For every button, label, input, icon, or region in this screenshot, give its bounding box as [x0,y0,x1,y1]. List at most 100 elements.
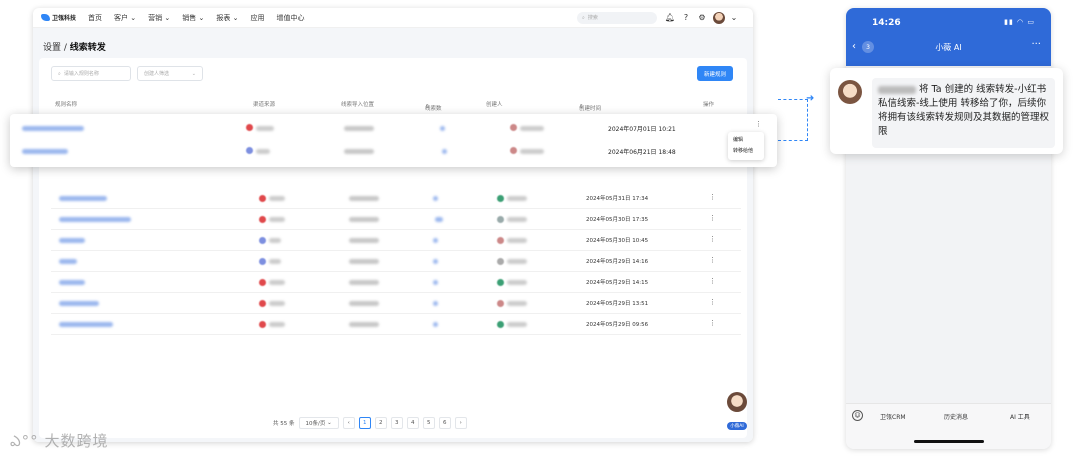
chevron-down-icon: ⌄ [198,13,205,22]
sort-icon: ⇕ [579,104,584,110]
nav-home[interactable]: 首页 [88,13,102,23]
phone-footer: ☺ 卫瓴CRM 历史消息 AI 工具 [846,403,1051,449]
menu-item-edit[interactable]: 编辑 [733,135,759,146]
created-time: 2024年05月29日 09:56 [586,322,649,328]
watermark: ఎ°° 大数跨境 [10,432,109,450]
nav-value-added[interactable]: 增值中心 [276,13,304,23]
table-row[interactable]: 2024年05月31日 17:34 ⋮ [51,188,741,209]
creator-filter-select[interactable]: 创建人筛选 ⌄ [137,66,203,81]
table-row[interactable]: 2024年05月29日 09:56 ⋮ [51,314,741,335]
nav-apps[interactable]: 应用 [250,13,264,23]
row-action-menu: 编辑 转移给他 [728,132,764,160]
page-title: 线索转发 [69,43,106,53]
created-time: 2024年05月29日 13:51 [586,301,649,307]
search-icon: ⌕ [58,70,61,77]
sort-icon: ⇕ [425,104,430,110]
created-time: 2024年07月01日 10:21 [608,126,676,133]
user-avatar[interactable] [713,11,725,24]
table-row[interactable]: 2024年07月01日 10:21 [10,116,777,140]
chevron-down-icon[interactable]: ⌄ [729,13,739,23]
arrow-right-icon: ➜ [806,93,815,104]
highlighted-rows-card: 2024年07月01日 10:21 2024年06月21日 18:48 ⋮ 编辑… [10,114,777,167]
chevron-down-icon: ⌄ [130,13,137,22]
home-indicator [913,440,984,443]
chevron-down-icon: ⌄ [164,13,171,22]
brand-logo[interactable]: 卫瓴科技 [41,13,76,22]
total-count: 共 55 条 [273,421,295,427]
more-actions-icon[interactable]: ⋮ [709,214,716,222]
rule-name-search-input[interactable]: ⌕ 请输入规则名称 [51,66,131,81]
status-time: 14:26 [872,18,901,28]
more-actions-icon[interactable]: ⋮ [709,277,716,285]
breadcrumb-parent[interactable]: 设置 / [43,43,70,53]
breadcrumb: 设置 / 线索转发 [43,40,106,53]
table-row[interactable]: 2024年05月30日 17:35 ⋮ [51,209,741,230]
more-icon[interactable]: ··· [1031,39,1041,50]
pagination: 共 55 条 10条/页 ⌄ ‹ 1 2 3 4 5 6 › [273,417,467,429]
main-content: 设置 / 线索转发 ⌕ 请输入规则名称 创建人筛选 ⌄ 新建规则 规则名称 渠道… [33,28,753,442]
created-time: 2024年05月30日 17:35 [586,217,649,223]
prev-page-button[interactable]: ‹ [342,417,355,429]
page-3[interactable]: 3 [390,417,403,429]
connector-line [778,99,808,141]
more-actions-icon[interactable]: ⋮ [709,235,716,243]
page-2[interactable]: 2 [374,417,387,429]
footer-ai-tools-button[interactable]: AI 工具 [1010,412,1030,421]
logo-icon [41,14,50,21]
nav-marketing[interactable]: 营销 ⌄ [148,13,170,23]
more-actions-icon[interactable]: ⋮ [709,193,716,201]
page-6[interactable]: 6 [438,417,451,429]
column-import-location: 线索导入位置 [341,102,375,108]
page-size-select[interactable]: 10条/页 ⌄ [298,417,339,429]
emoji-icon[interactable]: ☺ [852,410,863,421]
chat-title: 小薇 AI [935,43,962,52]
ai-avatar [727,392,747,412]
more-actions-icon[interactable]: ⋮ [709,298,716,306]
column-channel-source: 渠道来源 [253,102,276,108]
chat-message-card: 将 Ta 创建的 线索转发-小红书私信线索-线上使用 转移给了你，后续你将拥有该… [830,68,1063,154]
created-time: 2024年05月29日 14:15 [586,280,649,286]
footer-history-button[interactable]: 历史消息 [944,412,968,421]
blurred-user-name [878,85,916,94]
created-time: 2024年05月31日 17:34 [586,196,649,202]
page-5[interactable]: 5 [422,417,435,429]
footer-crm-button[interactable]: 卫瓴CRM [880,412,906,421]
more-actions-icon[interactable]: ⋮ [709,319,716,327]
column-rule-name: 规则名称 [55,102,78,108]
new-rule-button[interactable]: 新建规则 [697,66,733,81]
chevron-down-icon: ⌄ [232,13,239,22]
bell-icon[interactable]: 🔔︎ [665,13,675,23]
more-actions-icon[interactable]: ⋮ [709,256,716,264]
nav-sales[interactable]: 销售 ⌄ [182,13,204,23]
next-page-button[interactable]: › [454,417,467,429]
help-icon[interactable]: ? [681,13,691,23]
status-icons: ▮▮ ◠ ▭ [1004,18,1035,26]
table-row[interactable]: 2024年05月29日 14:15 ⋮ [51,272,741,293]
nav-reports[interactable]: 报表 ⌄ [216,13,238,23]
created-time: 2024年05月30日 10:45 [586,238,649,244]
mini-ai-label: 小薇AI [727,422,747,430]
chevron-down-icon: ⌄ [191,70,196,77]
more-actions-icon[interactable]: ⋮ [755,120,762,128]
table-row[interactable]: 2024年05月30日 10:45 ⋮ [51,230,741,251]
table-row[interactable]: 2024年05月29日 14:16 ⋮ [51,251,741,272]
table-row[interactable]: 2024年05月29日 13:51 ⋮ [51,293,741,314]
logo-text: 卫瓴科技 [52,15,77,22]
table-row[interactable]: 2024年06月21日 18:48 [10,140,777,164]
crm-window: 卫瓴科技 首页 客户 ⌄ 营销 ⌄ 销售 ⌄ 报表 ⌄ 应用 增值中心 ⌕ 搜索… [33,8,753,442]
phone-header: 14:26 ▮▮ ◠ ▭ ‹ 3 小薇 AI ··· [846,8,1051,66]
top-navigation: 卫瓴科技 首页 客户 ⌄ 营销 ⌄ 销售 ⌄ 报表 ⌄ 应用 增值中心 ⌕ 搜索… [33,8,753,28]
page-1[interactable]: 1 [358,417,371,429]
gear-icon[interactable]: ⚙ [697,13,707,23]
column-actions: 操作 [703,102,715,108]
page-4[interactable]: 4 [406,417,419,429]
nav-customer[interactable]: 客户 ⌄ [114,13,136,23]
chat-bubble: 将 Ta 创建的 线索转发-小红书私信线索-线上使用 转移给了你，后续你将拥有该… [872,78,1055,148]
global-search-input[interactable]: ⌕ 搜索 [577,11,657,24]
menu-item-transfer[interactable]: 转移给他 [733,146,759,157]
ai-avatar [838,80,862,104]
column-creator: 创建人 [486,102,503,108]
mini-ai-launcher[interactable]: 小薇AI [723,392,751,431]
table-header: 规则名称 渠道来源 线索导入位置 线索数 ⇕ 创建人 创建时间 ⇕ 操作 [55,102,715,112]
created-time: 2024年06月21日 18:48 [608,149,676,156]
